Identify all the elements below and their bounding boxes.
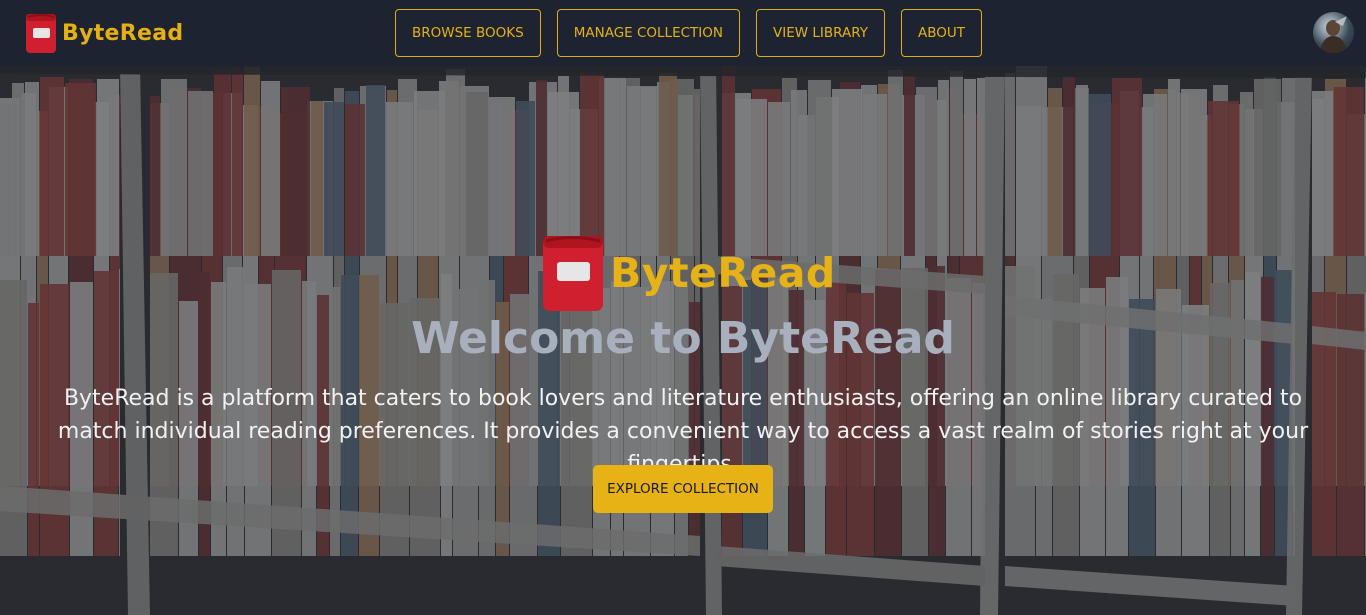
nav-manage-collection-button[interactable]: MANAGE COLLECTION [556, 9, 740, 57]
nav-view-library-button[interactable]: VIEW LIBRARY [755, 9, 885, 57]
hero-title: Welcome to ByteRead [411, 313, 955, 364]
book-logo-icon [26, 14, 56, 53]
user-avatar-icon[interactable] [1313, 12, 1354, 53]
nav-browse-books-button[interactable]: BROWSE BOOKS [395, 9, 541, 57]
hero-logo: ByteRead [540, 233, 836, 313]
brand-name: ByteRead [62, 20, 184, 46]
nav-about-button[interactable]: ABOUT [900, 9, 982, 57]
navbar: ByteRead BROWSE BOOKS MANAGE COLLECTION … [0, 0, 1366, 66]
book-logo-icon [543, 236, 603, 311]
hero-section: ByteRead Welcome to ByteRead ByteRead is… [0, 66, 1366, 615]
brand-logo-link[interactable]: ByteRead [24, 12, 183, 54]
main-nav: BROWSE BOOKS MANAGE COLLECTION VIEW LIBR… [395, 9, 982, 57]
hero-content: ByteRead Welcome to ByteRead ByteRead is… [0, 66, 1366, 615]
hero-logo-name: ByteRead [610, 249, 836, 297]
explore-collection-button[interactable]: EXPLORE COLLECTION [593, 465, 773, 513]
